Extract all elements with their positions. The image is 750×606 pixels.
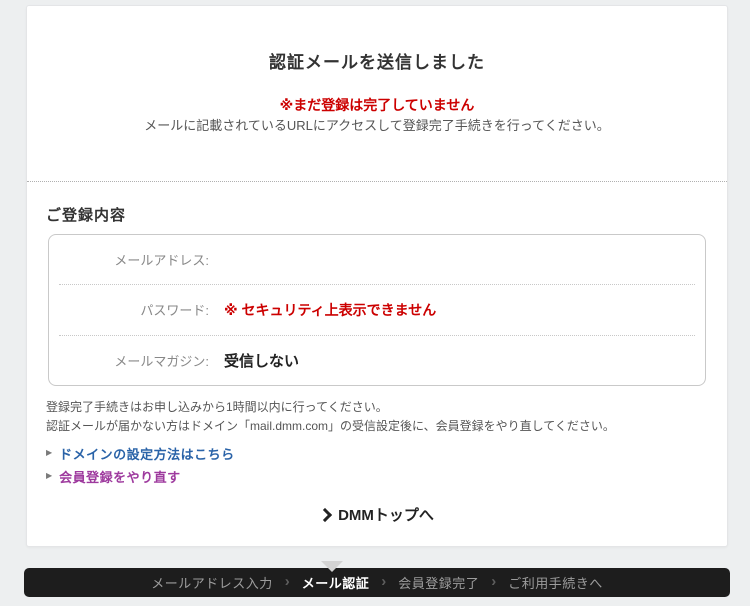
mail-magazine-value: 受信しない bbox=[224, 352, 300, 370]
dmm-top-link[interactable]: DMMトップへ bbox=[318, 504, 434, 525]
redo-registration-link[interactable]: 会員登録をやり直す bbox=[59, 467, 181, 486]
password-label: パスワード: bbox=[140, 303, 209, 319]
note-time-limit: 登録完了手続きはお申し込みから1時間以内に行ってください。 bbox=[46, 400, 388, 414]
email-label: メールアドレス: bbox=[114, 253, 209, 269]
dmm-top-link-label: DMMトップへ bbox=[338, 507, 434, 524]
mail-magazine-row: メールマガジン: 受信しない bbox=[59, 334, 695, 385]
chevron-separator-icon: › bbox=[381, 573, 387, 590]
step-registration-complete: 会員登録完了 bbox=[398, 576, 480, 591]
page-title: 認証メールを送信しました bbox=[269, 53, 485, 72]
triangle-bullet-icon: ▶ bbox=[46, 448, 53, 457]
verification-instruction: メールに記載されているURLにアクセスして登録完了手続きを行ってください。 bbox=[144, 118, 610, 133]
section-divider bbox=[27, 181, 727, 182]
registration-incomplete-warning: ※まだ登録は完了していません bbox=[279, 97, 475, 113]
footer-notes: 登録完了手続きはお申し込みから1時間以内に行ってください。 認証メールが届かない… bbox=[46, 398, 708, 436]
domain-setting-link-row: ▶ ドメインの設定方法はこちら bbox=[46, 442, 235, 465]
chevron-separator-icon: › bbox=[284, 573, 290, 590]
dmm-top-link-wrapper: DMMトップへ bbox=[27, 504, 727, 525]
chevron-separator-icon: › bbox=[491, 573, 497, 590]
domain-setting-link[interactable]: ドメインの設定方法はこちら bbox=[59, 444, 235, 463]
email-verification-page: 認証メールを送信しました ※まだ登録は完了していません メールに記載されているU… bbox=[0, 0, 750, 606]
step-email-verification: メール認証 bbox=[301, 576, 370, 591]
chevron-right-icon bbox=[318, 507, 333, 522]
step-usage-procedure: ご利用手続きへ bbox=[508, 576, 603, 591]
redo-registration-link-row: ▶ 会員登録をやり直す bbox=[46, 465, 235, 488]
password-hidden-value: ※ セキュリティ上表示できません bbox=[224, 301, 437, 318]
content-card: 認証メールを送信しました ※まだ登録は完了していません メールに記載されているU… bbox=[26, 5, 728, 547]
registration-details-box: メールアドレス: パスワード: ※ セキュリティ上表示できません メールマガジン… bbox=[48, 234, 706, 386]
note-domain-setting: 認証メールが届かない方はドメイン「mail.dmm.com」の受信設定後に、会員… bbox=[46, 419, 615, 433]
email-row: メールアドレス: bbox=[59, 235, 695, 284]
progress-step-bar: メールアドレス入力 › メール認証 › 会員登録完了 › ご利用手続きへ bbox=[24, 568, 730, 597]
triangle-bullet-icon: ▶ bbox=[46, 471, 53, 480]
mail-magazine-label: メールマガジン: bbox=[114, 353, 209, 369]
current-step-pointer-icon bbox=[321, 561, 343, 572]
step-email-input: メールアドレス入力 bbox=[151, 576, 273, 591]
help-links: ▶ ドメインの設定方法はこちら ▶ 会員登録をやり直す bbox=[46, 442, 235, 488]
registration-details-heading: ご登録内容 bbox=[46, 207, 127, 224]
password-row: パスワード: ※ セキュリティ上表示できません bbox=[59, 284, 695, 334]
